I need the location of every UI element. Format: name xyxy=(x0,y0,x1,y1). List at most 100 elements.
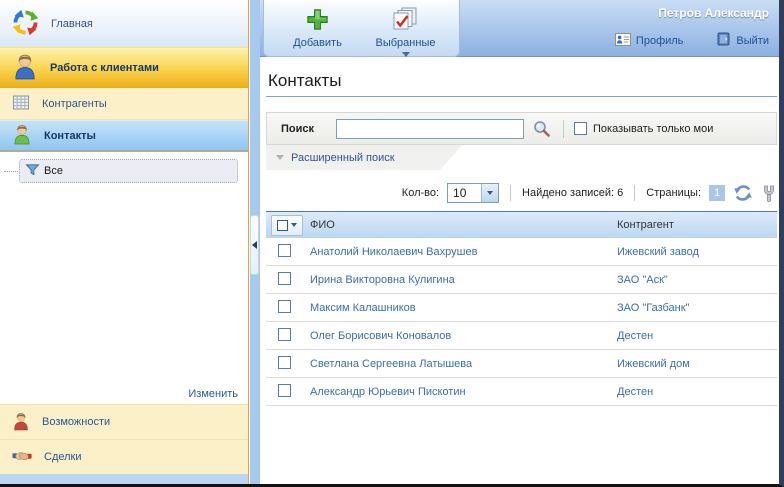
page-size-value: 10 xyxy=(448,184,481,202)
select-all-dropdown-button[interactable] xyxy=(271,215,303,236)
sidebar-item-label: Контрагенты xyxy=(42,98,107,110)
folder-tree-panel: Все Изменить xyxy=(0,151,248,404)
table-row[interactable]: Александр Юрьевич Пискотин Дестен xyxy=(266,378,777,406)
table-row[interactable]: Максим Калашников ЗАО "Газбанк" xyxy=(266,294,777,322)
sidebar-item-home[interactable]: Главная xyxy=(0,0,248,47)
contact-name-link[interactable]: Александр Юрьевич Пискотин xyxy=(310,386,617,398)
grid-header: ФИО Контрагент xyxy=(266,211,777,238)
table-row[interactable]: Ирина Викторовна Кулигина ЗАО "Аск" xyxy=(266,266,777,294)
account-link[interactable]: ЗАО "Газбанк" xyxy=(617,302,777,314)
profile-link[interactable]: Профиль xyxy=(615,32,684,49)
table-row[interactable]: Светлана Сергеевна Латышева Ижевский дом xyxy=(266,350,777,378)
row-checkbox[interactable] xyxy=(278,272,291,285)
selected-menu-button[interactable]: Выбранные xyxy=(367,5,445,59)
selected-menu-label: Выбранные xyxy=(376,37,436,49)
divider xyxy=(634,185,635,201)
selected-pages-icon xyxy=(393,7,419,35)
handshake-icon xyxy=(12,449,32,466)
account-link[interactable]: Дестен xyxy=(617,330,777,342)
column-header-account[interactable]: Контрагент xyxy=(617,219,777,231)
sidebar-item-label: Сделки xyxy=(44,451,82,463)
profile-card-icon xyxy=(615,33,631,49)
divider xyxy=(510,185,511,201)
row-checkbox[interactable] xyxy=(278,244,291,257)
page-size-label: Кол-во: xyxy=(402,187,439,199)
sidebar-splitter[interactable] xyxy=(250,0,260,484)
client-person-icon xyxy=(12,52,38,83)
toolbar: Добавить Выбранные xyxy=(263,0,460,57)
search-label: Поиск xyxy=(281,123,314,135)
table-row[interactable]: Анатолий Николаевич Вахрушев Ижевский за… xyxy=(266,238,777,266)
search-icon[interactable] xyxy=(533,120,551,138)
show-only-mine-label: Показывать только мои xyxy=(593,123,713,135)
table-row[interactable]: Олег Борисович Коновалов Дестен xyxy=(266,322,777,350)
chevron-down-icon xyxy=(291,223,297,227)
top-header: Добавить Выбранные Пет xyxy=(260,0,779,57)
sidebar-item-clients[interactable]: Работа с клиентами xyxy=(0,47,248,88)
sidebar: Главная Работа с клиентами xyxy=(0,0,249,484)
column-header-name[interactable]: ФИО xyxy=(310,219,617,231)
contact-person-icon xyxy=(12,123,32,148)
sidebar-item-label: Работа с клиентами xyxy=(50,62,159,74)
page-number-button[interactable]: 1 xyxy=(709,185,725,201)
sidebar-item-contacts[interactable]: Контакты xyxy=(0,120,248,151)
row-checkbox[interactable] xyxy=(278,384,291,397)
page-size-select[interactable]: 10 xyxy=(447,183,499,203)
sidebar-collapse-handle[interactable] xyxy=(250,215,259,275)
logout-link-label: Выйти xyxy=(736,35,769,47)
select-all-checkbox[interactable] xyxy=(277,220,288,231)
advanced-search-link[interactable]: Расширенный поиск xyxy=(291,152,395,164)
account-link[interactable]: ЗАО "Аск" xyxy=(617,274,777,286)
add-button[interactable]: Добавить xyxy=(279,5,357,51)
sidebar-item-label: Возможности xyxy=(42,416,110,428)
row-checkbox[interactable] xyxy=(278,356,291,369)
contact-name-link[interactable]: Ирина Викторовна Кулигина xyxy=(310,274,617,286)
sidebar-item-accounts[interactable]: Контрагенты xyxy=(0,88,248,120)
sidebar-footer-strip xyxy=(0,474,248,484)
sidebar-item-label: Главная xyxy=(51,18,93,30)
account-link[interactable]: Ижевский завод xyxy=(617,246,777,258)
add-button-label: Добавить xyxy=(293,37,342,49)
sidebar-item-opportunities[interactable]: Возможности xyxy=(0,404,248,439)
sidebar-item-deals[interactable]: Сделки xyxy=(0,439,248,474)
contact-name-link[interactable]: Олег Борисович Коновалов xyxy=(310,330,617,342)
collapse-down-icon xyxy=(276,155,284,160)
tree-item-all[interactable]: Все xyxy=(19,159,238,183)
chevron-down-icon xyxy=(487,191,493,195)
row-checkbox[interactable] xyxy=(278,300,291,313)
contact-name-link[interactable]: Анатолий Николаевич Вахрушев xyxy=(310,246,617,258)
contact-name-link[interactable]: Светлана Сергеевна Латышева xyxy=(310,358,617,370)
content: Контакты Поиск Показывать толь xyxy=(260,57,779,406)
main-area: Добавить Выбранные Пет xyxy=(260,0,779,484)
divider xyxy=(563,120,564,138)
sidebar-item-label: Контакты xyxy=(44,130,96,142)
tree-connector xyxy=(4,171,18,172)
tree-item-label: Все xyxy=(44,165,63,177)
user-area: Петров Александр xyxy=(615,6,769,49)
refresh-icon[interactable] xyxy=(733,183,753,203)
contacts-grid: ФИО Контрагент Анатолий Николаевич Вахру… xyxy=(266,211,777,406)
logout-link[interactable]: Выйти xyxy=(717,32,769,49)
add-plus-icon xyxy=(305,7,330,35)
search-panel: Поиск Показывать только мои xyxy=(266,112,777,170)
records-found-label: Найдено записей: 6 xyxy=(522,187,623,199)
page-title: Контакты xyxy=(266,71,779,91)
row-checkbox[interactable] xyxy=(278,328,291,341)
user-name: Петров Александр xyxy=(615,6,769,20)
search-input[interactable] xyxy=(336,119,524,139)
opportunity-person-icon xyxy=(12,411,30,434)
account-link[interactable]: Ижевский дом xyxy=(617,358,777,370)
chevron-down-icon xyxy=(402,52,410,57)
profile-link-label: Профиль xyxy=(636,35,684,47)
filter-funnel-icon xyxy=(25,162,40,180)
grid-body: Анатолий Николаевич Вахрушев Ижевский за… xyxy=(266,238,777,406)
show-only-mine-checkbox[interactable] xyxy=(574,122,587,135)
account-link[interactable]: Дестен xyxy=(617,386,777,398)
select-dropdown-button[interactable] xyxy=(481,184,498,202)
home-cycle-icon xyxy=(12,9,39,39)
pages-label: Страницы: xyxy=(646,187,701,199)
edit-folders-link[interactable]: Изменить xyxy=(188,388,238,400)
app-window: Главная Работа с клиентами xyxy=(0,0,784,487)
grid-settings-wrench-icon[interactable] xyxy=(761,185,777,202)
contact-name-link[interactable]: Максим Калашников xyxy=(310,302,617,314)
